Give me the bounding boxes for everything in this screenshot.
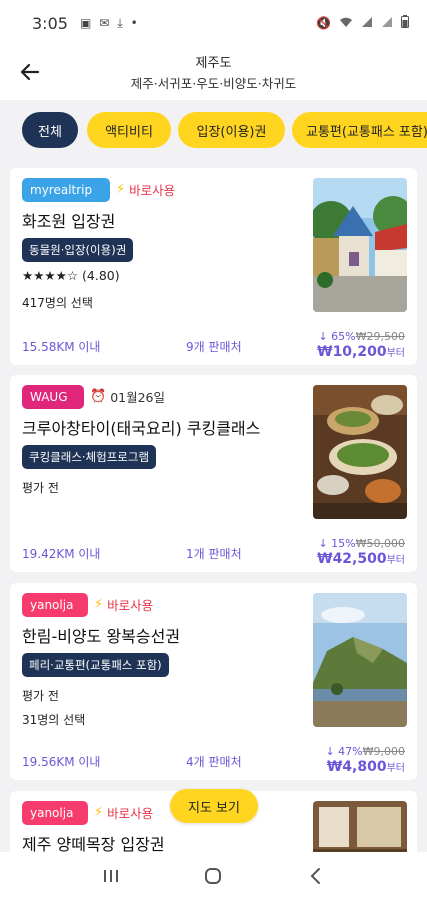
original-price: ₩29,500 <box>355 330 405 343</box>
system-back-button[interactable] <box>296 860 336 892</box>
provider-badge: myrealtrip <box>22 178 110 202</box>
page-subtitle: 제주·서귀포·우도·비양도·차귀도 <box>130 76 297 91</box>
instant-use-tag: ⚡ 바로사용 <box>94 803 153 822</box>
discount-percent: ↓ 15% <box>318 537 356 550</box>
selection-count: 31명의 선택 <box>22 713 86 727</box>
price-suffix: 부터 <box>386 348 405 359</box>
instant-use-tag: ⚡ 바로사용 <box>116 180 175 199</box>
discount-percent: ↓ 65% <box>318 330 356 343</box>
alarm-clock-icon: ⏰ <box>90 389 107 404</box>
rating-value: (4.80) <box>82 268 120 283</box>
product-card[interactable]: myrealtrip ⚡ 바로사용 화조원 입장권 동물원·입장(이용)권 ★★… <box>10 168 417 365</box>
category-chip-row: 전체 액티비티 입장(이용)권 교통편(교통패스 포함) <box>0 100 427 162</box>
signal-icon <box>361 16 373 31</box>
price-value: ₩10,200 <box>317 344 387 360</box>
provider-badge: WAUG <box>22 385 84 409</box>
home-button[interactable] <box>193 860 233 892</box>
price: ₩42,500부터 <box>317 551 405 567</box>
status-time: 3:05 <box>32 13 68 33</box>
discount-info: ↓ 47%₩9,000 <box>325 745 405 758</box>
price: ₩4,800부터 <box>327 759 405 775</box>
rating: ★★★★☆ (4.80) <box>22 268 120 283</box>
status-bar: 3:05 ▣ ✉ ⤓ • 🔇 <box>0 0 427 46</box>
product-thumbnail <box>313 178 407 312</box>
battery-icon <box>401 15 409 31</box>
product-title: 크루아창타이(태국요리) 쿠킹클래스 <box>22 419 261 438</box>
mute-icon: 🔇 <box>316 16 331 30</box>
original-price: ₩9,000 <box>362 745 405 758</box>
recent-apps-icon <box>104 870 119 882</box>
price-value: ₩42,500 <box>317 551 387 567</box>
category-badge: 페리·교통편(교통패스 포함) <box>22 653 169 677</box>
category-badge: 쿠킹클래스·체험프로그램 <box>22 445 157 469</box>
price-value: ₩4,800 <box>326 759 387 775</box>
category-badge: 동물원·입장(이용)권 <box>22 238 134 262</box>
signal-icon-2 <box>381 16 393 31</box>
seller-count: 1개 판매처 <box>186 547 242 561</box>
home-icon <box>205 868 222 884</box>
wifi-icon <box>339 16 353 31</box>
product-thumbnail <box>313 593 407 727</box>
map-view-button[interactable]: 지도 보기 <box>170 789 258 823</box>
provider-badge: yanolja <box>22 801 88 825</box>
image-icon: ▣ <box>79 16 92 30</box>
distance: 15.58KM 이내 <box>22 340 101 354</box>
app-header: 제주도 제주·서귀포·우도·비양도·차귀도 <box>0 46 427 100</box>
review-status: 평가 전 <box>22 481 59 495</box>
tag-label: 바로사용 <box>107 806 154 821</box>
chip-all[interactable]: 전체 <box>22 112 78 148</box>
date-tag: ⏰ 01월26일 <box>90 387 165 406</box>
provider-badge: yanolja <box>22 593 88 617</box>
distance: 19.56KM 이내 <box>22 755 101 769</box>
mail-icon: ✉ <box>99 16 110 30</box>
chevron-left-icon <box>310 868 320 884</box>
lightning-icon: ⚡ <box>94 597 104 612</box>
tag-label: 바로사용 <box>107 598 154 613</box>
download-icon: ⤓ <box>117 15 123 30</box>
distance: 19.42KM 이내 <box>22 547 101 561</box>
product-card[interactable]: WAUG ⏰ 01월26일 크루아창타이(태국요리) 쿠킹클래스 쿠킹클래스·체… <box>10 375 417 572</box>
product-title: 한림-비양도 왕복승선권 <box>22 627 181 646</box>
tag-label: 바로사용 <box>129 183 176 198</box>
product-card[interactable]: yanolja ⚡ 바로사용 한림-비양도 왕복승선권 페리·교통편(교통패스 … <box>10 583 417 780</box>
product-thumbnail <box>313 385 407 519</box>
original-price: ₩50,000 <box>355 537 405 550</box>
tag-label: 01월26일 <box>110 390 165 405</box>
recent-apps-button[interactable] <box>91 860 131 892</box>
discount-info: ↓ 65%₩29,500 <box>318 330 405 343</box>
seller-count: 9개 판매처 <box>186 340 242 354</box>
star-rating-icon: ★★★★☆ <box>22 268 79 283</box>
instant-use-tag: ⚡ 바로사용 <box>94 595 153 614</box>
chip-transport[interactable]: 교통편(교통패스 포함) <box>292 112 427 148</box>
discount-info: ↓ 15%₩50,000 <box>318 537 405 550</box>
page-title: 제주도 <box>195 56 232 71</box>
seller-count: 4개 판매처 <box>186 755 242 769</box>
chip-activity[interactable]: 액티비티 <box>87 112 171 148</box>
discount-percent: ↓ 47% <box>325 745 363 758</box>
lightning-icon: ⚡ <box>116 182 126 197</box>
product-title: 화조원 입장권 <box>22 212 116 231</box>
price-suffix: 부터 <box>386 555 405 566</box>
system-nav-bar <box>0 852 427 900</box>
review-status: 평가 전 <box>22 689 59 703</box>
selection-count: 417명의 선택 <box>22 296 93 310</box>
lightning-icon: ⚡ <box>94 805 104 820</box>
dot-icon: • <box>130 16 138 30</box>
price-suffix: 부터 <box>386 763 405 774</box>
chip-admission[interactable]: 입장(이용)권 <box>178 112 285 148</box>
price: ₩10,200부터 <box>317 344 405 360</box>
